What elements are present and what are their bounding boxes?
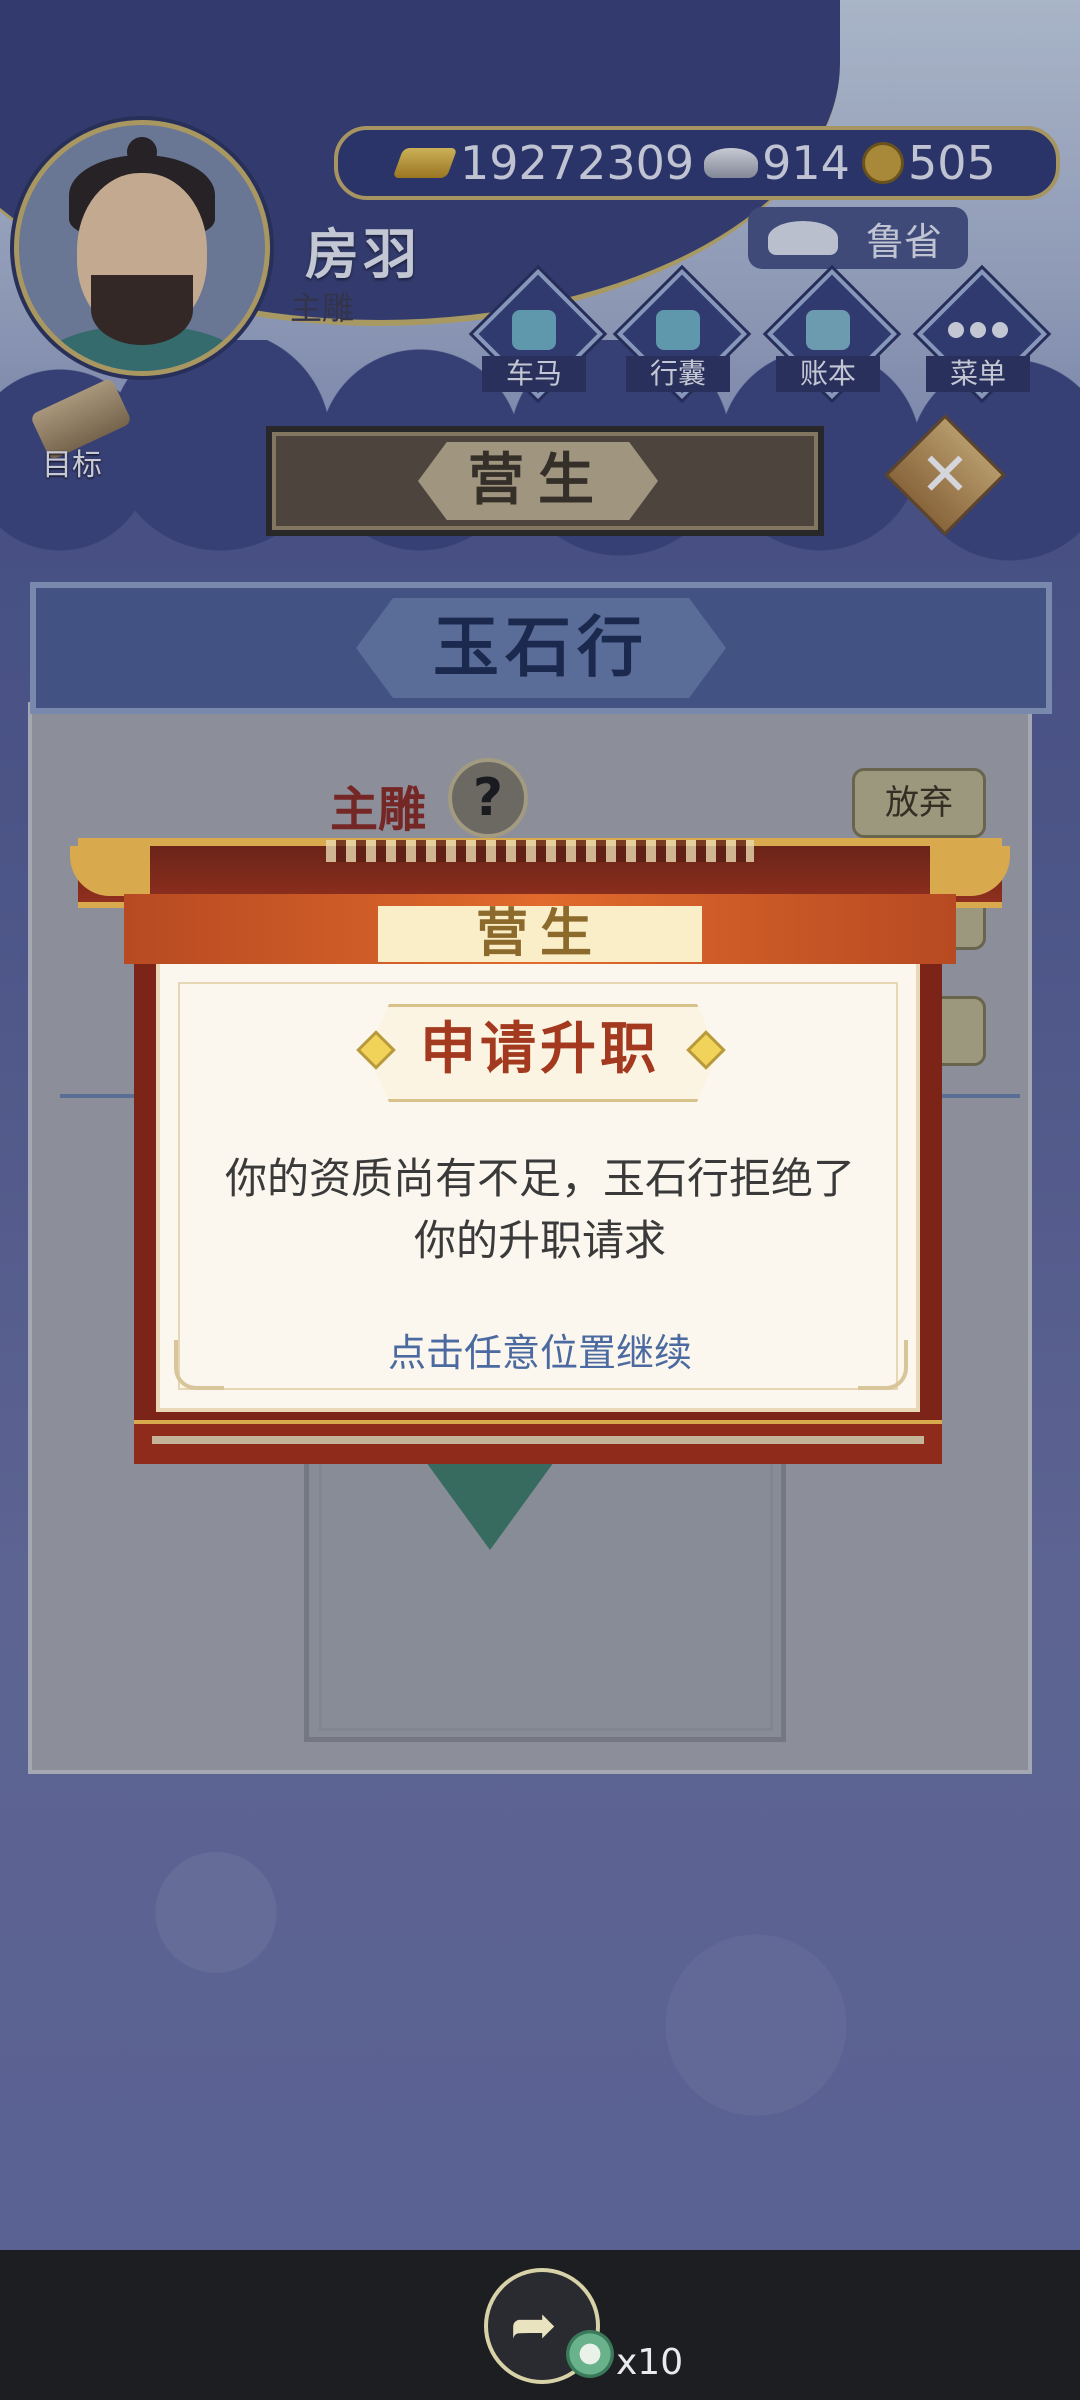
corner-ornament <box>858 1340 908 1390</box>
share-icon: ➦ <box>510 2293 557 2358</box>
dialog-message: 你的资质尚有不足，玉石行拒绝了 你的升职请求 <box>196 1148 884 1272</box>
roof-pattern <box>326 840 754 862</box>
game-scene: 房羽 主雕 19272309 914 505 鲁省 车马 行囊 账本 菜单 目标 <box>0 0 1080 2250</box>
corner-ornament <box>174 1340 224 1390</box>
dialog-heading: 申请升职 <box>420 1017 660 1082</box>
message-line: 你的资质尚有不足，玉石行拒绝了 <box>224 1154 855 1203</box>
dialog-band-title: 营生 <box>378 906 702 962</box>
dialog-footer-line <box>152 1436 924 1444</box>
share-multiplier: x10 <box>616 2342 684 2383</box>
continue-hint[interactable]: 点击任意位置继续 <box>196 1322 884 1377</box>
jade-token-icon <box>566 2330 614 2378</box>
message-line: 你的升职请求 <box>413 1216 666 1265</box>
